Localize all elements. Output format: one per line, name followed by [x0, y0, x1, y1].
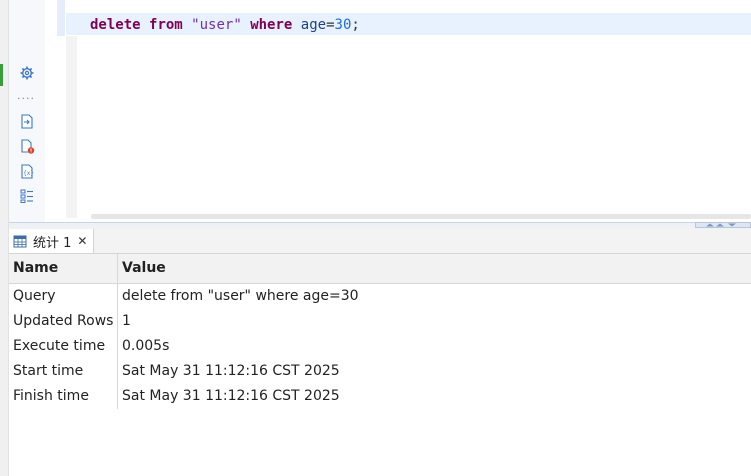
cell-name: Updated Rows: [13, 313, 114, 329]
gutter-separator: ....: [17, 89, 35, 102]
table-row[interactable]: Query delete from "user" where age=30: [9, 284, 751, 309]
column-header-name[interactable]: Name: [13, 254, 58, 283]
tab-statistics[interactable]: 统计 1 ✕: [9, 229, 95, 253]
export-icon[interactable]: [19, 113, 35, 129]
cell-value: Sat May 31 11:12:16 CST 2025: [122, 363, 340, 379]
keyword-where: where: [250, 17, 293, 33]
statement-terminator: ;: [351, 17, 360, 33]
table-row[interactable]: Start time Sat May 31 11:12:16 CST 2025: [9, 359, 751, 384]
outline-icon[interactable]: [19, 188, 35, 204]
column-header-value[interactable]: Value: [122, 254, 166, 283]
grid-table-icon: [13, 235, 27, 248]
cell-value: Sat May 31 11:12:16 CST 2025: [122, 388, 340, 404]
results-tab-bar: 统计 1 ✕: [9, 229, 751, 254]
panel-splitter[interactable]: [9, 222, 751, 229]
keyword-from: from: [149, 17, 183, 33]
column-name: age: [300, 17, 327, 33]
cell-name: Start time: [13, 363, 84, 379]
svg-text:{x}: {x}: [23, 170, 34, 177]
table-row[interactable]: Updated Rows 1: [9, 309, 751, 334]
script-error-icon[interactable]: [19, 138, 35, 154]
table-row[interactable]: Finish time Sat May 31 11:12:16 CST 2025: [9, 384, 751, 409]
cell-name: Query: [13, 288, 56, 304]
keyword-delete: delete: [90, 17, 141, 33]
editor-horizontal-scrollbar[interactable]: [91, 214, 751, 219]
change-marker: [0, 64, 3, 86]
table-row[interactable]: Execute time 0.005s: [9, 334, 751, 359]
splitter-handle[interactable]: [695, 222, 751, 228]
cell-value: delete from "user" where age=30: [122, 288, 359, 304]
code-line-1[interactable]: delete from "user" where age=30;: [90, 15, 360, 35]
variables-icon[interactable]: {x}: [19, 163, 35, 179]
tab-label: 统计 1: [33, 235, 72, 251]
number-literal: 30: [334, 17, 352, 33]
operator: =: [326, 17, 335, 33]
cell-value: 1: [122, 313, 131, 329]
fold-column: [57, 0, 65, 36]
editor-ruler: [66, 36, 77, 218]
cell-name: Execute time: [13, 338, 106, 354]
close-icon[interactable]: ✕: [77, 234, 87, 248]
gear-icon[interactable]: [19, 65, 35, 81]
cell-name: Finish time: [13, 388, 89, 404]
table-name: "user": [191, 17, 242, 33]
cell-value: 0.005s: [122, 338, 170, 354]
statistics-grid: Name Value Query delete from "user" wher…: [9, 254, 751, 476]
grid-header: Name Value: [9, 254, 751, 284]
